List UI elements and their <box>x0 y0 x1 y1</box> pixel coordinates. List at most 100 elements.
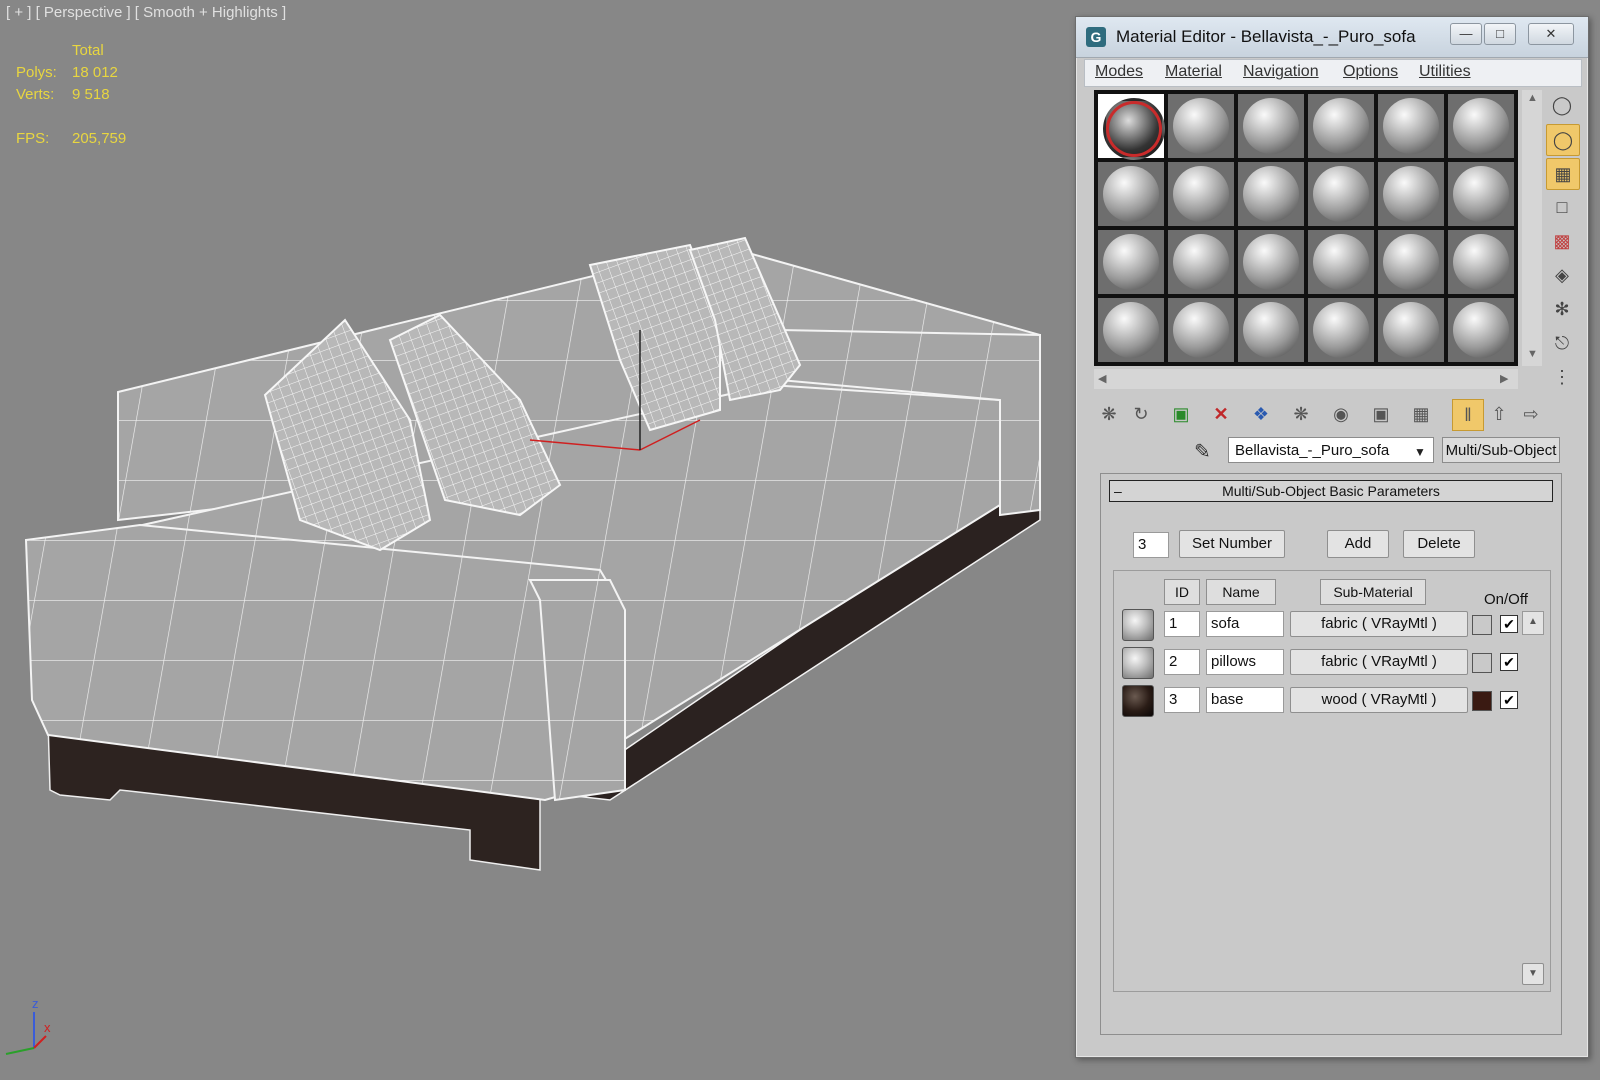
sample-slots-vertical-scrollbar[interactable]: ▲ ▼ <box>1522 90 1542 366</box>
maximize-button[interactable]: □ <box>1484 23 1516 45</box>
material-sample-slot[interactable] <box>1168 94 1234 158</box>
backlight-icon[interactable]: ◯ <box>1546 124 1580 156</box>
material-sample-slot[interactable] <box>1238 94 1304 158</box>
sub-material-id-field[interactable]: 2 <box>1164 649 1200 675</box>
material-sphere-preview <box>1243 302 1299 358</box>
sub-material-button[interactable]: wood ( VRayMtl ) <box>1290 687 1468 713</box>
sub-material-button[interactable]: fabric ( VRayMtl ) <box>1290 611 1468 637</box>
material-sample-slot[interactable] <box>1308 298 1374 362</box>
sub-material-thumbnail[interactable] <box>1122 609 1154 641</box>
video-color-check-icon[interactable]: ▩ <box>1546 226 1578 256</box>
show-end-result-icon[interactable]: ‖ <box>1452 399 1484 431</box>
options-icon[interactable]: ✻ <box>1546 294 1578 324</box>
sub-material-color-swatch[interactable] <box>1472 691 1492 711</box>
material-sample-slot[interactable] <box>1448 298 1514 362</box>
assign-to-selection-icon[interactable]: ▣ <box>1166 399 1196 429</box>
title-bar[interactable]: G Material Editor - Bellavista_-_Puro_so… <box>1076 17 1588 58</box>
make-copy-icon[interactable]: ❖ <box>1246 399 1276 429</box>
menu-material[interactable]: Material <box>1165 63 1222 81</box>
sub-material-thumbnail[interactable] <box>1122 685 1154 717</box>
add-button[interactable]: Add <box>1327 530 1389 558</box>
scroll-down-icon[interactable]: ▼ <box>1527 348 1538 360</box>
get-material-icon[interactable]: ❋ <box>1094 399 1124 429</box>
sub-material-on-checkbox[interactable]: ✔ <box>1500 653 1518 671</box>
material-editor-window[interactable]: G Material Editor - Bellavista_-_Puro_so… <box>1075 16 1589 1058</box>
set-number-button[interactable]: Set Number <box>1179 530 1285 558</box>
scroll-left-icon[interactable]: ◀ <box>1098 372 1106 385</box>
material-sample-slot[interactable] <box>1448 162 1514 226</box>
material-sample-slot[interactable] <box>1378 230 1444 294</box>
window-title: Material Editor - Bellavista_-_Puro_sofa <box>1116 27 1416 46</box>
pick-material-eyedropper-icon[interactable]: ✎ <box>1194 439 1211 464</box>
menu-options[interactable]: Options <box>1343 63 1398 81</box>
material-id-channel-icon[interactable]: ▣ <box>1366 399 1396 429</box>
minimize-button[interactable]: — <box>1450 23 1482 45</box>
sub-material-color-swatch[interactable] <box>1472 653 1492 673</box>
background-checker-icon[interactable]: ▦ <box>1546 158 1580 190</box>
menu-utilities[interactable]: Utilities <box>1419 63 1471 81</box>
material-sample-slot[interactable] <box>1308 230 1374 294</box>
header-name[interactable]: Name <box>1206 579 1276 605</box>
material-sample-slot[interactable] <box>1378 94 1444 158</box>
menu-navigation[interactable]: Navigation <box>1243 63 1319 81</box>
sub-material-color-swatch[interactable] <box>1472 615 1492 635</box>
collapse-icon[interactable]: – <box>1114 481 1122 501</box>
sub-material-name-field[interactable]: sofa <box>1206 611 1284 637</box>
material-sample-slot[interactable] <box>1308 94 1374 158</box>
show-map-in-viewport-icon[interactable]: ▦ <box>1406 399 1436 429</box>
close-button[interactable]: ✕ <box>1528 23 1574 45</box>
material-name-field[interactable]: Bellavista_-_Puro_sofa <box>1228 437 1434 463</box>
set-number-field[interactable]: 3 <box>1133 532 1169 558</box>
delete-button[interactable]: Delete <box>1403 530 1475 558</box>
rollout-header[interactable]: – Multi/Sub-Object Basic Parameters <box>1109 480 1553 502</box>
material-sample-slot[interactable] <box>1448 94 1514 158</box>
list-scroll-up-button[interactable]: ▲ <box>1522 611 1544 635</box>
sub-material-name-field[interactable]: base <box>1206 687 1284 713</box>
header-id[interactable]: ID <box>1164 579 1200 605</box>
sub-material-id-field[interactable]: 1 <box>1164 611 1200 637</box>
material-sample-slot[interactable] <box>1098 162 1164 226</box>
material-sample-slot[interactable] <box>1378 298 1444 362</box>
put-to-scene-icon[interactable]: ↻ <box>1126 399 1156 429</box>
material-sphere-preview <box>1453 302 1509 358</box>
sub-material-thumbnail[interactable] <box>1122 647 1154 679</box>
material-sphere-preview <box>1243 98 1299 154</box>
menu-modes[interactable]: Modes <box>1095 63 1143 81</box>
sub-material-id-field[interactable]: 3 <box>1164 687 1200 713</box>
go-to-parent-icon[interactable]: ⇧ <box>1484 399 1514 429</box>
material-sample-slot[interactable] <box>1098 298 1164 362</box>
sub-material-button[interactable]: fabric ( VRayMtl ) <box>1290 649 1468 675</box>
material-sample-slot[interactable] <box>1098 230 1164 294</box>
material-type-button[interactable]: Multi/Sub-Object <box>1442 437 1560 463</box>
material-sample-slot[interactable] <box>1238 162 1304 226</box>
list-scroll-down-button[interactable]: ▼ <box>1522 963 1544 985</box>
material-sample-slot[interactable] <box>1238 230 1304 294</box>
scroll-right-icon[interactable]: ▶ <box>1500 372 1508 385</box>
put-to-library-icon[interactable]: ◉ <box>1326 399 1356 429</box>
sub-material-on-checkbox[interactable]: ✔ <box>1500 691 1518 709</box>
sub-material-on-checkbox[interactable]: ✔ <box>1500 615 1518 633</box>
go-forward-to-sibling-icon[interactable]: ⇨ <box>1516 399 1546 429</box>
select-by-material-icon[interactable]: ⎋ <box>1546 328 1578 358</box>
reset-map-icon[interactable]: ✕ <box>1206 399 1236 429</box>
sample-slots-grid <box>1094 90 1518 366</box>
sample-uv-tiling-icon[interactable]: □ <box>1546 192 1578 222</box>
sample-type-sphere-icon[interactable]: ◯ <box>1546 90 1578 120</box>
material-sample-slot[interactable] <box>1238 298 1304 362</box>
material-sample-slot[interactable] <box>1308 162 1374 226</box>
material-sample-slot[interactable] <box>1168 230 1234 294</box>
material-sample-slot[interactable] <box>1098 94 1165 160</box>
make-preview-icon[interactable]: ◈ <box>1546 260 1578 290</box>
header-sub-material[interactable]: Sub-Material <box>1320 579 1426 605</box>
sub-material-name-field[interactable]: pillows <box>1206 649 1284 675</box>
sample-slots-horizontal-scrollbar[interactable]: ◀ ▶ <box>1094 369 1518 389</box>
material-sample-slot[interactable] <box>1168 162 1234 226</box>
sofa-wireframe-model[interactable]: z x <box>0 0 1060 1080</box>
chevron-down-icon[interactable]: ▼ <box>1414 445 1426 459</box>
material-sample-slot[interactable] <box>1448 230 1514 294</box>
material-sample-slot[interactable] <box>1168 298 1234 362</box>
make-unique-icon[interactable]: ❋ <box>1286 399 1316 429</box>
material-sample-slot[interactable] <box>1378 162 1444 226</box>
material-map-navigator-icon[interactable]: ⋮ <box>1546 362 1578 392</box>
scroll-up-icon[interactable]: ▲ <box>1527 92 1538 104</box>
